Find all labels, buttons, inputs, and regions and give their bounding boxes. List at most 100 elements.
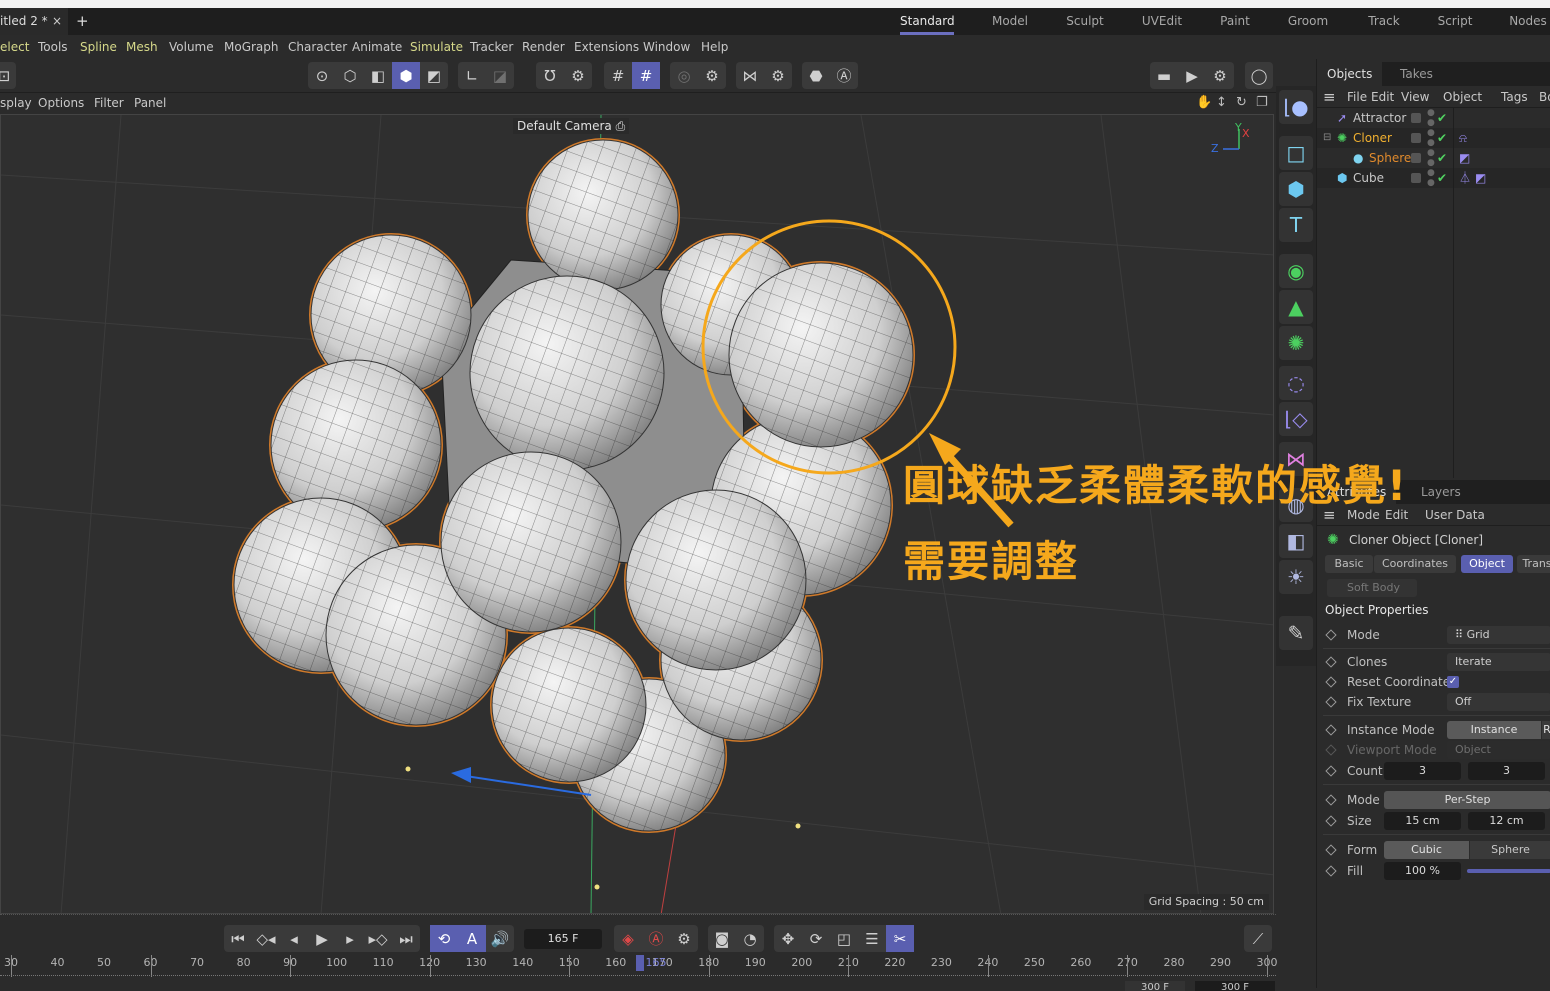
menu-tools[interactable]: Tools: [38, 35, 68, 59]
end-frame-a[interactable]: 300 F: [1125, 981, 1185, 991]
layer-icon[interactable]: [1411, 133, 1421, 143]
enabled-check-icon[interactable]: ✔: [1437, 128, 1447, 148]
phong-tag-icon[interactable]: ◩: [1459, 148, 1470, 168]
object-name[interactable]: Attractor: [1353, 108, 1406, 128]
position-key-icon[interactable]: ✥: [774, 925, 802, 952]
soft-selection-settings-icon[interactable]: ⚙: [698, 62, 726, 89]
edit-tool-icon[interactable]: ✎: [1279, 616, 1313, 650]
count-y-field[interactable]: 3: [1468, 762, 1545, 780]
keyframe-diamond-icon[interactable]: [1325, 844, 1337, 856]
step-mode-dropdown[interactable]: Per-Step: [1384, 791, 1550, 809]
deformer-icon[interactable]: ◌: [1279, 366, 1313, 400]
cube-primitive-icon[interactable]: ⬢: [1279, 172, 1313, 206]
keyframe-diamond-icon[interactable]: [1325, 815, 1337, 827]
object-row-sphere[interactable]: ● Sphere ● ● ✔ ◩: [1317, 148, 1550, 168]
objects-menu-tags[interactable]: Tags: [1501, 86, 1528, 108]
camera-label[interactable]: Default Camera ⎙: [513, 118, 630, 134]
go-to-start-icon[interactable]: ⏮: [224, 925, 252, 952]
render-to-picture-viewer-icon[interactable]: ▶: [1178, 62, 1206, 89]
menu-volume[interactable]: Volume: [169, 35, 214, 59]
play-icon[interactable]: ▶: [308, 925, 336, 952]
close-tab-icon[interactable]: ×: [52, 8, 62, 35]
scale-key-icon[interactable]: ◰: [830, 925, 858, 952]
menu-animate[interactable]: Animate: [352, 35, 402, 59]
object-name[interactable]: Sphere: [1369, 148, 1411, 168]
objects-menu-edit[interactable]: Edit: [1371, 86, 1394, 108]
view-settings-icon[interactable]: ⬣: [802, 62, 830, 89]
mouse-icon[interactable]: ◙: [708, 925, 736, 952]
fix-texture-dropdown[interactable]: Off: [1447, 693, 1550, 711]
keyframe-diamond-icon[interactable]: [1325, 676, 1337, 688]
layout-tab-uvedit[interactable]: UVEdit: [1140, 8, 1184, 35]
mode-dropdown[interactable]: ⠿ Grid: [1447, 626, 1550, 644]
keyframe-diamond-icon[interactable]: [1325, 629, 1337, 641]
dolly-icon[interactable]: ↕: [1216, 93, 1227, 113]
next-key-icon[interactable]: ▸◇: [364, 925, 392, 952]
count-x-field[interactable]: 3: [1384, 762, 1461, 780]
viewport-menu-splay[interactable]: splay: [0, 93, 32, 113]
attributes-menu-user-data[interactable]: User Data: [1425, 504, 1485, 526]
visibility-dots-icon[interactable]: ● ●: [1427, 108, 1435, 128]
menu-window[interactable]: Window: [643, 35, 690, 59]
layout-tab-track[interactable]: Track: [1364, 8, 1404, 35]
enabled-check-icon[interactable]: ✔: [1437, 168, 1447, 188]
reset-coordinates-checkbox[interactable]: ✓: [1447, 676, 1459, 688]
mograph-blocks-icon[interactable]: ▲: [1279, 290, 1313, 324]
workplane-icon[interactable]: ◪: [486, 62, 514, 89]
phong-tag-icon[interactable]: ◩: [1475, 168, 1486, 188]
text-spline-icon[interactable]: T: [1279, 208, 1313, 242]
object-name[interactable]: Cloner: [1353, 128, 1392, 148]
playhead[interactable]: [636, 955, 644, 971]
render-settings-icon[interactable]: ⚙: [1206, 62, 1234, 89]
viewport-menu-panel[interactable]: Panel: [134, 93, 166, 113]
attributes-tab-layers[interactable]: Layers: [1411, 480, 1471, 504]
size-x-field[interactable]: 15 cm: [1384, 812, 1461, 830]
enabled-check-icon[interactable]: ✔: [1437, 108, 1447, 128]
redshift-icon[interactable]: ◯: [1245, 62, 1273, 89]
symmetry-settings-icon[interactable]: ⚙: [764, 62, 792, 89]
layout-tab-sculpt[interactable]: Sculpt: [1064, 8, 1106, 35]
layer-icon[interactable]: [1411, 153, 1421, 163]
layout-tab-groom[interactable]: Groom: [1286, 8, 1330, 35]
render-view-icon[interactable]: ▬: [1150, 62, 1178, 89]
end-frame-b[interactable]: 300 F: [1195, 981, 1275, 991]
maximize-view-icon[interactable]: ❐: [1256, 93, 1268, 113]
layout-tab-paint[interactable]: Paint: [1218, 8, 1252, 35]
menu-spline[interactable]: Spline: [80, 35, 117, 59]
spline-rect-icon[interactable]: □: [1279, 136, 1313, 170]
pan-icon[interactable]: ✋: [1196, 93, 1212, 113]
keyframe-diamond-icon[interactable]: [1325, 865, 1337, 877]
objects-tab-takes[interactable]: Takes: [1390, 62, 1443, 86]
menu-mograph[interactable]: MoGraph: [224, 35, 279, 59]
move-tool-icon[interactable]: ⊡: [0, 62, 16, 89]
key-settings-icon[interactable]: ⚙: [670, 925, 698, 952]
instance-mode-instance[interactable]: Instance: [1447, 721, 1541, 739]
loop-icon[interactable]: ⟲: [430, 925, 458, 952]
form-cubic-option[interactable]: Cubic: [1384, 841, 1469, 859]
cloth-hanger-tag-icon[interactable]: ⏃: [1459, 168, 1471, 188]
layer-icon[interactable]: [1411, 173, 1421, 183]
model-mode-icon[interactable]: ⬢: [392, 62, 420, 89]
magnet-icon[interactable]: Ʊ: [536, 62, 564, 89]
field-icon[interactable]: ⌊◇: [1279, 402, 1313, 436]
layer-icon[interactable]: [1411, 113, 1421, 123]
rotation-key-icon[interactable]: ⟳: [802, 925, 830, 952]
clones-dropdown[interactable]: Iterate: [1447, 653, 1550, 671]
objects-menu-object[interactable]: Object: [1443, 86, 1482, 108]
object-name[interactable]: Cube: [1353, 168, 1384, 188]
current-frame-field[interactable]: 165 F: [524, 929, 602, 949]
orbit-icon[interactable]: ↻: [1236, 93, 1247, 113]
viewport-menu-options[interactable]: Options: [38, 93, 84, 113]
grid-lock-icon[interactable]: #: [632, 62, 660, 89]
symmetry-icon[interactable]: ⋈: [736, 62, 764, 89]
object-row-cloner[interactable]: ⊟ ✺ Cloner ● ● ✔ ⍾: [1317, 128, 1550, 148]
keyframe-diamond-icon[interactable]: [1325, 794, 1337, 806]
layout-tab-script[interactable]: Script: [1436, 8, 1474, 35]
menu-character[interactable]: Character: [288, 35, 347, 59]
previous-frame-icon[interactable]: ◂: [280, 925, 308, 952]
go-to-end-icon[interactable]: ⏭: [392, 925, 420, 952]
previous-key-icon[interactable]: ◇◂: [252, 925, 280, 952]
light-tool-icon[interactable]: ☀: [1279, 560, 1313, 594]
sound-icon[interactable]: 🔊: [486, 925, 514, 952]
subtab-basic[interactable]: Basic: [1325, 555, 1373, 573]
